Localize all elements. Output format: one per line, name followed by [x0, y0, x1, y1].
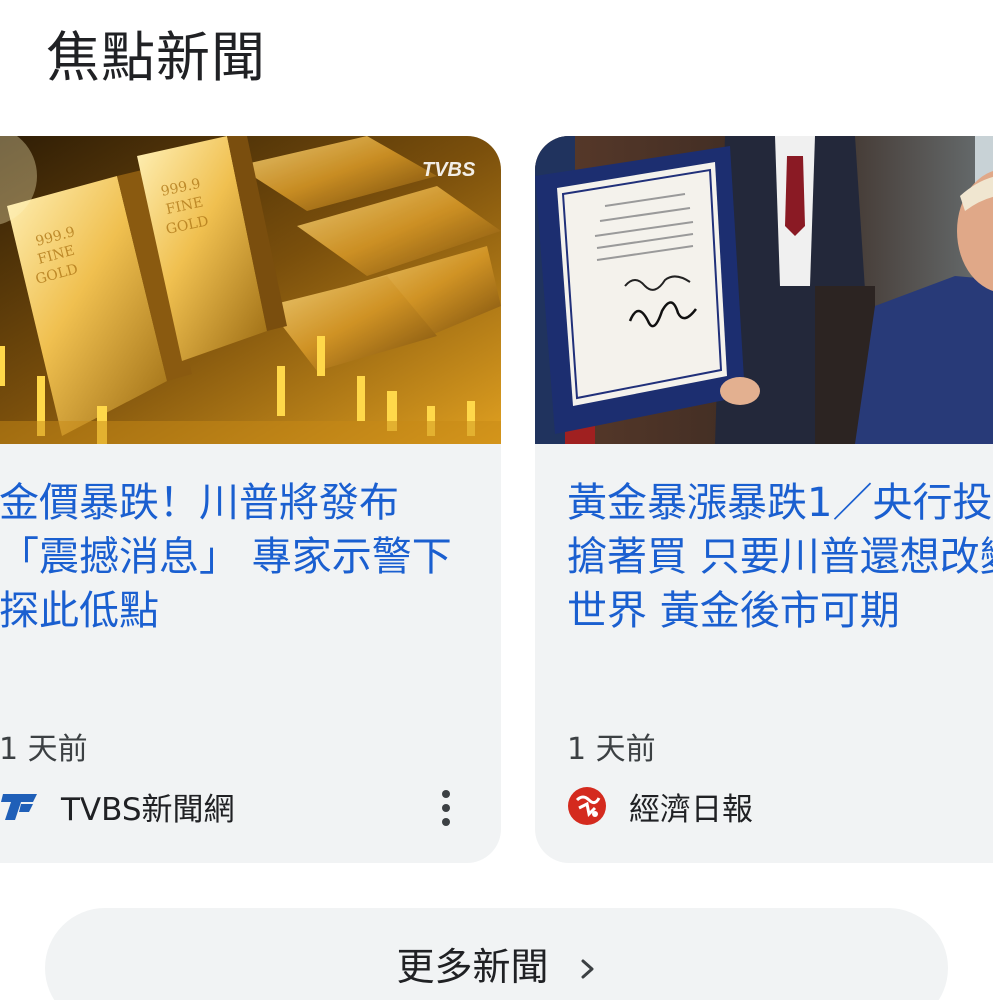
- news-timestamp: 1 天前: [0, 732, 88, 767]
- more-options-icon[interactable]: [429, 786, 463, 830]
- top-stories-page: 焦點新聞 999.9 FINE GOLD 999.9 FINE GOLD TVB…: [0, 0, 993, 1000]
- news-carousel[interactable]: 999.9 FINE GOLD 999.9 FINE GOLD TVBS 金價暴…: [0, 136, 993, 863]
- more-news-button[interactable]: 更多新聞: [45, 908, 948, 1000]
- news-thumbnail-signing[interactable]: [535, 136, 993, 444]
- tvbs-watermark: TVBS: [422, 159, 476, 181]
- news-card[interactable]: 999.9 FINE GOLD 999.9 FINE GOLD TVBS 金價暴…: [0, 136, 501, 863]
- source-name: TVBS新聞網: [61, 791, 235, 828]
- more-news-label: 更多新聞: [396, 945, 549, 989]
- news-headline[interactable]: 黃金暴漲暴跌1／央行投資人搶著買 只要川普還想改變全世界 黃金後市可期: [567, 476, 993, 638]
- news-thumbnail-gold-bars[interactable]: 999.9 FINE GOLD 999.9 FINE GOLD TVBS: [0, 136, 501, 444]
- thumbnail-watermark: TVBS: [422, 159, 476, 181]
- udn-money-logo-icon: [567, 786, 607, 826]
- source-name: 經濟日報: [629, 791, 753, 828]
- chevron-right-icon: [579, 958, 597, 978]
- news-card[interactable]: 黃金暴漲暴跌1／央行投資人搶著買 只要川普還想改變全世界 黃金後市可期 1 天前…: [535, 136, 993, 863]
- tvbs-logo-icon: [0, 786, 39, 826]
- news-source[interactable]: 經濟日報: [567, 784, 753, 828]
- news-source[interactable]: TVBS新聞網: [0, 784, 235, 828]
- news-headline[interactable]: 金價暴跌！川普將發布「震撼消息」 專家示警下探此低點: [0, 476, 469, 638]
- section-title: 焦點新聞: [46, 26, 266, 89]
- news-timestamp: 1 天前: [567, 732, 656, 767]
